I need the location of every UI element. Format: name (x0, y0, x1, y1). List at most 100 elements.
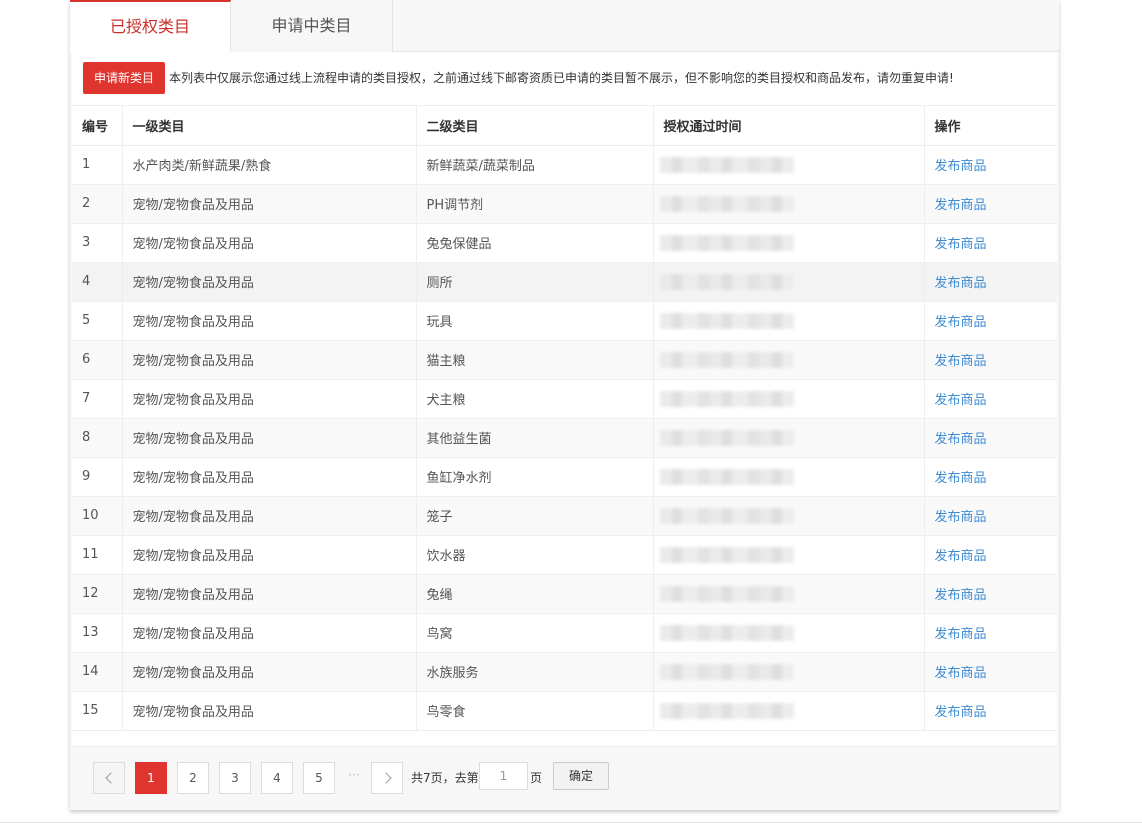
cell-level2-category: 饮水器 (416, 535, 654, 575)
cell-level2-category: 其他益生菌 (416, 418, 654, 458)
page-4-button[interactable]: 4 (261, 762, 293, 794)
notice-text: 本列表中仅展示您通过线上流程申请的类目授权，之前通过线下邮寄资质已申请的类目暂不… (169, 71, 954, 85)
authorized-category-table: 编号 一级类目 二级类目 授权通过时间 操作 1 水产肉类/新鲜蔬果/熟食 新鲜蔬菜… (72, 106, 1057, 731)
cell-level2-category: 鸟零食 (416, 691, 654, 731)
page-suffix-text: 页 (530, 771, 543, 785)
cell-level1-category: 宠物/宠物食品及用品 (122, 457, 417, 497)
cell-level1-category: 宠物/宠物食品及用品 (122, 652, 417, 692)
chevron-right-icon (379, 771, 392, 784)
page-1-button[interactable]: 1 (135, 762, 167, 794)
publish-product-link[interactable]: 发布商品 (935, 588, 987, 603)
cell-authorized-time (653, 262, 925, 302)
publish-product-link[interactable]: 发布商品 (935, 237, 987, 252)
cell-level2-category: 新鲜蔬菜/蔬菜制品 (416, 145, 654, 185)
cell-id: 2 (72, 184, 123, 224)
table-row: 4 宠物/宠物食品及用品 厕所 发布商品 (72, 262, 1057, 302)
publish-product-link[interactable]: 发布商品 (935, 549, 987, 564)
redacted-timestamp (659, 234, 794, 251)
table-row: 6 宠物/宠物食品及用品 猫主粮 发布商品 (72, 340, 1057, 380)
cell-authorized-time (653, 496, 925, 536)
category-panel: 已授权类目 申请中类目 申请新类目 本列表中仅展示您通过线上流程申请的类目授权，… (70, 0, 1059, 810)
publish-product-link[interactable]: 发布商品 (935, 159, 987, 174)
cell-action: 发布商品 (924, 574, 1057, 614)
cell-authorized-time (653, 340, 925, 380)
cell-id: 7 (72, 379, 123, 419)
cell-level2-category: 鸟窝 (416, 613, 654, 653)
publish-product-link[interactable]: 发布商品 (935, 471, 987, 486)
notice-bar: 申请新类目 本列表中仅展示您通过线上流程申请的类目授权，之前通过线下邮寄资质已申… (72, 52, 1057, 106)
cell-id: 6 (72, 340, 123, 380)
redacted-timestamp (659, 624, 794, 641)
cell-level1-category: 宠物/宠物食品及用品 (122, 301, 417, 341)
publish-product-link[interactable]: 发布商品 (935, 666, 987, 681)
table-row: 14 宠物/宠物食品及用品 水族服务 发布商品 (72, 652, 1057, 692)
cell-action: 发布商品 (924, 223, 1057, 263)
cell-level2-category: 水族服务 (416, 652, 654, 692)
redacted-timestamp (659, 156, 794, 173)
cell-level1-category: 宠物/宠物食品及用品 (122, 223, 417, 263)
cell-id: 5 (72, 301, 123, 341)
redacted-timestamp (659, 195, 794, 212)
cell-level2-category: 厕所 (416, 262, 654, 302)
header-level2-category: 二级类目 (416, 106, 654, 146)
cell-level2-category: 犬主粮 (416, 379, 654, 419)
table-row: 11 宠物/宠物食品及用品 饮水器 发布商品 (72, 535, 1057, 575)
page-2-button[interactable]: 2 (177, 762, 209, 794)
next-page-button[interactable] (371, 762, 403, 794)
publish-product-link[interactable]: 发布商品 (935, 432, 987, 447)
publish-product-link[interactable]: 发布商品 (935, 315, 987, 330)
cell-authorized-time (653, 535, 925, 575)
apply-new-category-button[interactable]: 申请新类目 (83, 62, 165, 94)
header-id: 编号 (72, 106, 123, 146)
page-5-button[interactable]: 5 (303, 762, 335, 794)
cell-authorized-time (653, 223, 925, 263)
cell-action: 发布商品 (924, 457, 1057, 497)
page-3-button[interactable]: 3 (219, 762, 251, 794)
redacted-timestamp (659, 312, 794, 329)
page-ellipsis: ··· (348, 768, 360, 782)
table-row: 2 宠物/宠物食品及用品 PH调节剂 发布商品 (72, 184, 1057, 224)
tab-authorized-categories[interactable]: 已授权类目 (70, 0, 231, 53)
cell-action: 发布商品 (924, 145, 1057, 185)
publish-product-link[interactable]: 发布商品 (935, 276, 987, 291)
publish-product-link[interactable]: 发布商品 (935, 393, 987, 408)
category-tabs: 已授权类目 申请中类目 (70, 0, 1059, 53)
cell-action: 发布商品 (924, 418, 1057, 458)
table-row: 1 水产肉类/新鲜蔬果/熟食 新鲜蔬菜/蔬菜制品 发布商品 (72, 145, 1057, 185)
confirm-goto-button[interactable]: 确定 (553, 762, 609, 790)
publish-product-link[interactable]: 发布商品 (935, 354, 987, 369)
cell-level1-category: 宠物/宠物食品及用品 (122, 184, 417, 224)
cell-level1-category: 宠物/宠物食品及用品 (122, 574, 417, 614)
cell-level1-category: 宠物/宠物食品及用品 (122, 379, 417, 419)
table-row: 5 宠物/宠物食品及用品 玩具 发布商品 (72, 301, 1057, 341)
cell-level1-category: 宠物/宠物食品及用品 (122, 535, 417, 575)
cell-authorized-time (653, 457, 925, 497)
publish-product-link[interactable]: 发布商品 (935, 198, 987, 213)
table-row: 8 宠物/宠物食品及用品 其他益生菌 发布商品 (72, 418, 1057, 458)
cell-id: 11 (72, 535, 123, 575)
cell-level1-category: 宠物/宠物食品及用品 (122, 418, 417, 458)
header-authorized-time: 授权通过时间 (653, 106, 925, 146)
publish-product-link[interactable]: 发布商品 (935, 510, 987, 525)
table-row: 3 宠物/宠物食品及用品 兔兔保健品 发布商品 (72, 223, 1057, 263)
publish-product-link[interactable]: 发布商品 (935, 627, 987, 642)
cell-level2-category: 鱼缸净水剂 (416, 457, 654, 497)
cell-authorized-time (653, 379, 925, 419)
prev-page-button[interactable] (93, 762, 125, 794)
header-level1-category: 一级类目 (122, 106, 417, 146)
cell-id: 12 (72, 574, 123, 614)
cell-id: 8 (72, 418, 123, 458)
cell-level1-category: 宠物/宠物食品及用品 (122, 496, 417, 536)
publish-product-link[interactable]: 发布商品 (935, 705, 987, 720)
cell-authorized-time (653, 691, 925, 731)
page-bottom-divider (0, 822, 1142, 823)
cell-level2-category: 玩具 (416, 301, 654, 341)
redacted-timestamp (659, 585, 794, 602)
cell-action: 发布商品 (924, 184, 1057, 224)
goto-page-input[interactable] (479, 762, 528, 790)
cell-action: 发布商品 (924, 613, 1057, 653)
total-pages-text: 共7页，去第 (411, 771, 479, 785)
table-row: 7 宠物/宠物食品及用品 犬主粮 发布商品 (72, 379, 1057, 419)
tab-pending-categories[interactable]: 申请中类目 (231, 0, 393, 52)
cell-authorized-time (653, 301, 925, 341)
